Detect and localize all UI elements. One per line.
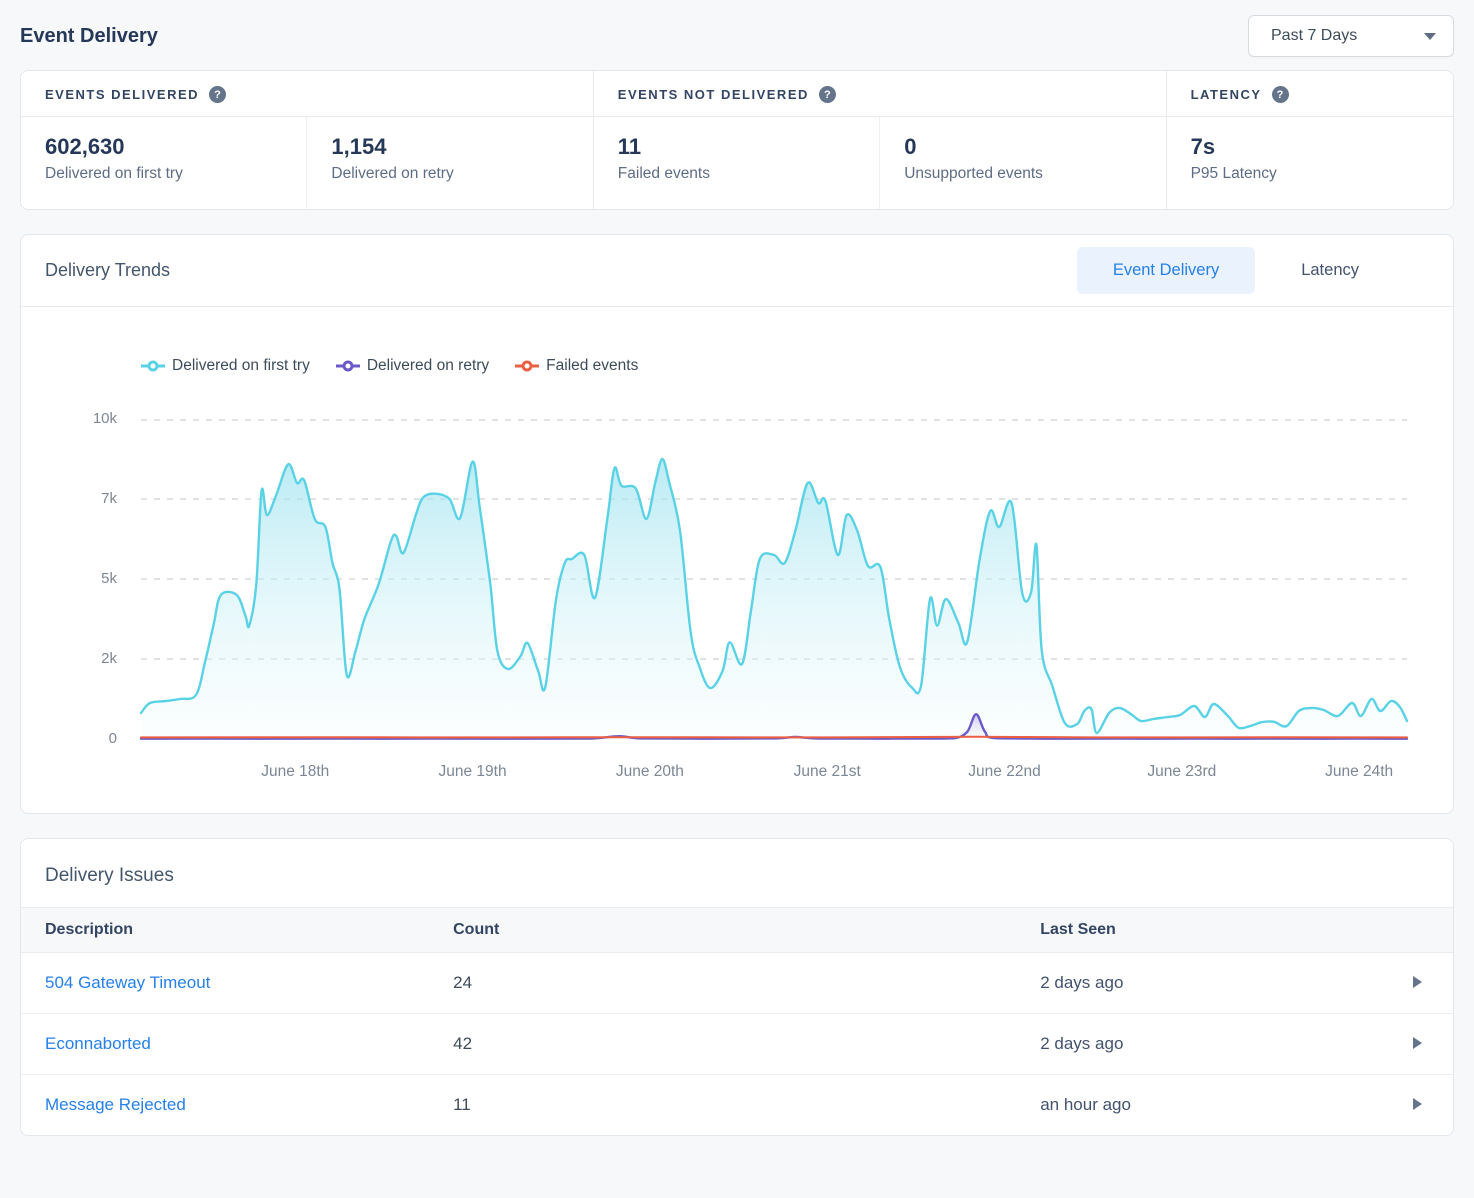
x-axis-labels: June 18th June 19th June 20th June 21st June…: [141, 739, 1407, 785]
metric-label: Delivered on retry: [331, 165, 568, 183]
issues-table: Description Count Last Seen 504 Gateway …: [21, 907, 1453, 1135]
stats-section-label: EVENTS DELIVERED: [45, 87, 199, 102]
stats-section-label: LATENCY: [1191, 87, 1262, 102]
legend-item[interactable]: Failed events: [515, 357, 638, 375]
metric-delivered-retry: 1,154 Delivered on retry: [307, 117, 593, 209]
issue-last-seen: 2 days ago: [1016, 953, 1388, 1014]
chart-plot: [141, 419, 1407, 739]
issue-link[interactable]: Message Rejected: [45, 1095, 186, 1114]
event-delivery-page: Event Delivery Past 7 Days EVENTS DELIVE…: [0, 0, 1474, 1154]
metric-failed-events: 11 Failed events: [594, 117, 880, 209]
column-header-description: Description: [21, 908, 429, 953]
date-range-value: Past 7 Days: [1271, 27, 1357, 45]
y-axis-labels: 02k5k7k10k: [41, 419, 141, 739]
issue-last-seen: 2 days ago: [1016, 1014, 1388, 1075]
table-row: 504 Gateway Timeout 242 days ago: [21, 953, 1453, 1014]
legend-label: Delivered on first try: [172, 357, 310, 375]
legend-marker-icon: [515, 360, 539, 372]
issue-link[interactable]: Econnaborted: [45, 1034, 151, 1053]
column-header-count: Count: [429, 908, 1016, 953]
metric-value: 0: [904, 134, 1141, 160]
chevron-down-icon: [1424, 33, 1436, 40]
chart-wrap: 02k5k7k10k: [41, 419, 1407, 739]
stats-section-events-delivered: EVENTS DELIVERED ?: [21, 71, 594, 117]
page-title: Event Delivery: [20, 25, 158, 48]
metric-delivered-first-try: 602,630 Delivered on first try: [21, 117, 307, 209]
legend-item[interactable]: Delivered on first try: [141, 357, 310, 375]
legend-item[interactable]: Delivered on retry: [336, 357, 489, 375]
stats-card: EVENTS DELIVERED ? EVENTS NOT DELIVERED …: [20, 70, 1454, 210]
table-row: Econnaborted 422 days ago: [21, 1014, 1453, 1075]
legend-marker-icon: [141, 360, 165, 372]
chevron-right-icon[interactable]: [1413, 1037, 1422, 1049]
chevron-right-icon[interactable]: [1413, 976, 1422, 988]
trends-tabs: Event Delivery Latency: [1077, 247, 1405, 294]
x-tick-label: June 19th: [439, 763, 507, 781]
trends-header: Delivery Trends Event Delivery Latency: [21, 235, 1453, 307]
metric-value: 1,154: [331, 134, 568, 160]
stats-section-label: EVENTS NOT DELIVERED: [618, 87, 809, 102]
metric-value: 602,630: [45, 134, 282, 160]
date-range-select[interactable]: Past 7 Days: [1248, 15, 1454, 57]
issue-count: 11: [429, 1075, 1016, 1136]
issue-count: 24: [429, 953, 1016, 1014]
trends-title: Delivery Trends: [45, 260, 170, 281]
issue-last-seen: an hour ago: [1016, 1075, 1388, 1136]
help-icon[interactable]: ?: [1272, 86, 1289, 103]
issue-link[interactable]: 504 Gateway Timeout: [45, 973, 210, 992]
metric-unsupported-events: 0 Unsupported events: [880, 117, 1166, 209]
x-tick-label: June 20th: [616, 763, 684, 781]
metric-label: P95 Latency: [1191, 165, 1429, 183]
column-header-actions: [1389, 908, 1453, 953]
metric-value: 7s: [1191, 134, 1429, 160]
tab-latency[interactable]: Latency: [1255, 247, 1405, 294]
metric-label: Delivered on first try: [45, 165, 282, 183]
y-tick-label: 5k: [101, 570, 117, 587]
x-tick-label: June 21st: [794, 763, 861, 781]
legend-label: Delivered on retry: [367, 357, 489, 375]
x-tick-label: June 22nd: [968, 763, 1040, 781]
y-tick-label: 2k: [101, 650, 117, 667]
y-tick-label: 10k: [93, 410, 117, 427]
issue-count: 42: [429, 1014, 1016, 1075]
x-tick-label: June 23rd: [1147, 763, 1216, 781]
delivery-trends-panel: Delivery Trends Event Delivery Latency D…: [20, 234, 1454, 814]
topbar: Event Delivery Past 7 Days: [20, 12, 1454, 60]
series-line-2: [141, 737, 1407, 738]
column-header-last-seen: Last Seen: [1016, 908, 1388, 953]
table-row: Message Rejected 11an hour ago: [21, 1075, 1453, 1136]
metric-label: Failed events: [618, 165, 855, 183]
legend-marker-icon: [336, 360, 360, 372]
help-icon[interactable]: ?: [209, 86, 226, 103]
metric-p95-latency: 7s P95 Latency: [1167, 117, 1453, 209]
y-tick-label: 7k: [101, 490, 117, 507]
chart-section: Delivered on first try Delivered on retry…: [21, 307, 1453, 813]
delivery-issues-panel: Delivery Issues Description Count Last S…: [20, 838, 1454, 1136]
chevron-right-icon[interactable]: [1413, 1098, 1422, 1110]
metric-value: 11: [618, 134, 855, 160]
stats-section-latency: LATENCY ?: [1167, 71, 1453, 117]
legend-label: Failed events: [546, 357, 638, 375]
issues-table-body: 504 Gateway Timeout242 days agoEconnabor…: [21, 953, 1453, 1136]
y-tick-label: 0: [109, 730, 117, 747]
x-tick-label: June 24th: [1325, 763, 1393, 781]
help-icon[interactable]: ?: [819, 86, 836, 103]
issues-title: Delivery Issues: [21, 839, 1453, 907]
trend-chart-svg: [141, 419, 1407, 739]
x-tick-label: June 18th: [261, 763, 329, 781]
tab-event-delivery[interactable]: Event Delivery: [1077, 247, 1255, 294]
series-area-0: [141, 459, 1407, 739]
metric-label: Unsupported events: [904, 165, 1141, 183]
stats-section-events-not-delivered: EVENTS NOT DELIVERED ?: [594, 71, 1167, 117]
chart-legend: Delivered on first try Delivered on retry…: [141, 357, 1407, 375]
issues-table-header-row: Description Count Last Seen: [21, 908, 1453, 953]
